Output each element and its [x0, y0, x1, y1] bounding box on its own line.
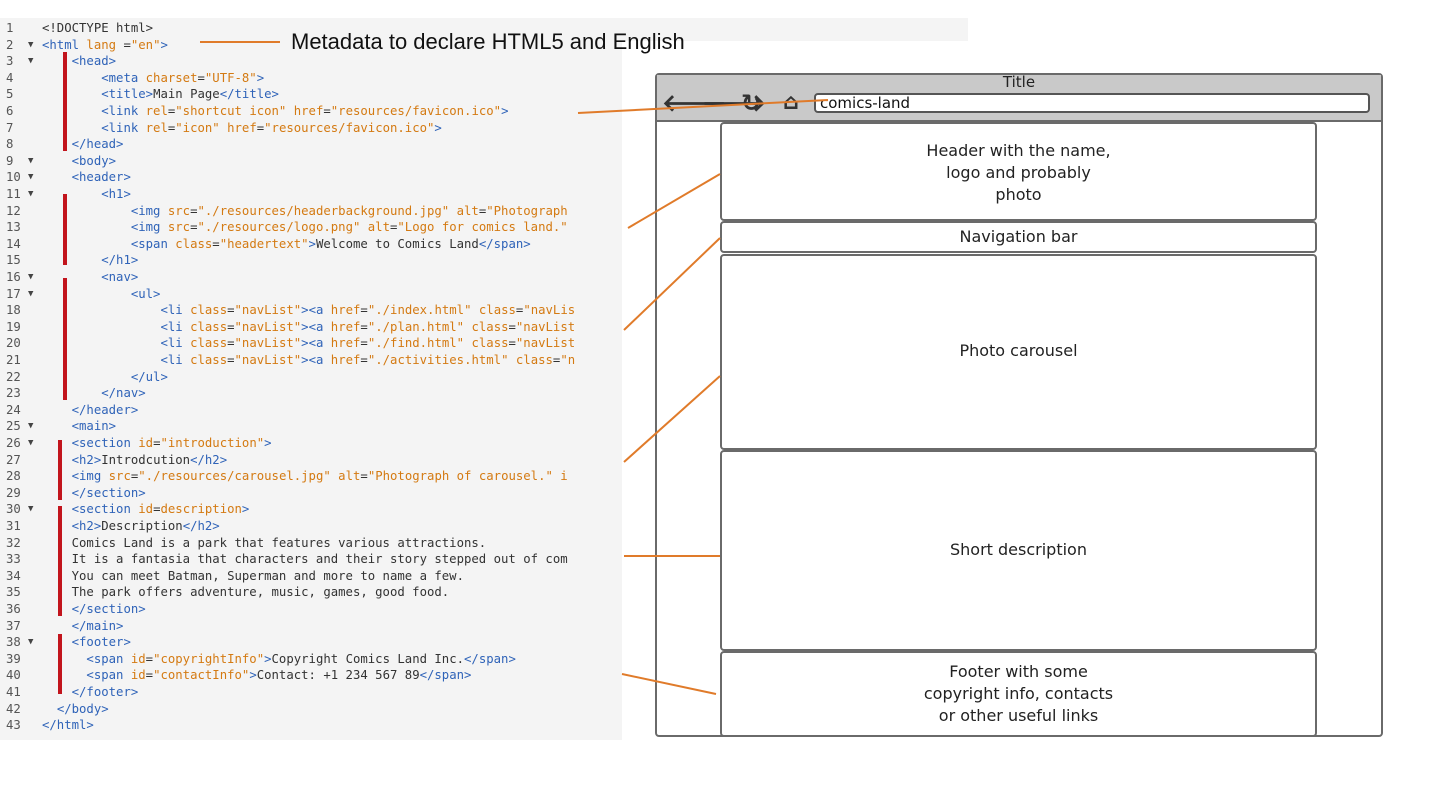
- connector-nav: [623, 237, 721, 331]
- connector-lines: [200, 41, 829, 695]
- connector-favicon: [577, 99, 829, 114]
- connector-header: [627, 173, 721, 229]
- connector-carousel: [623, 375, 721, 463]
- connector-footer: [621, 673, 717, 695]
